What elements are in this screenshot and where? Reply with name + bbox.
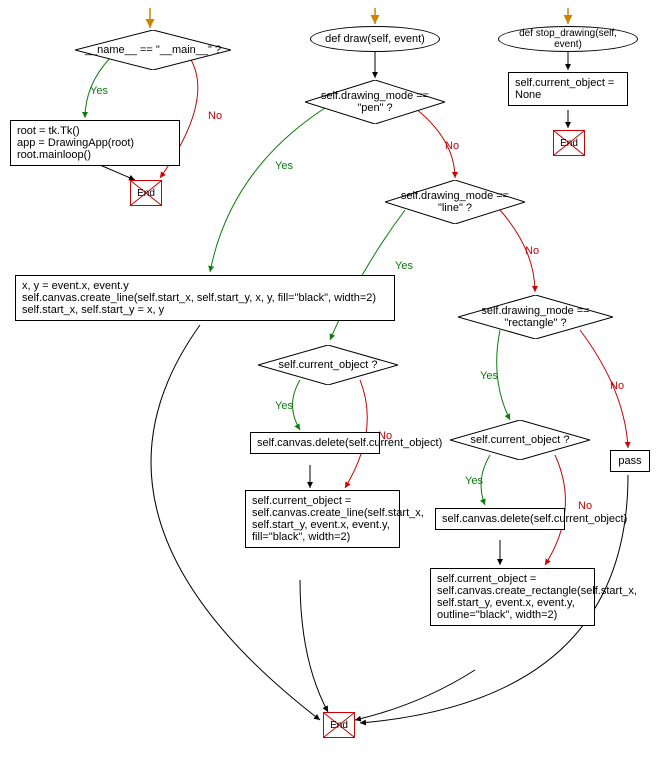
pen-no-label: No — [445, 140, 459, 152]
line-no-label: No — [525, 245, 539, 257]
pass-text: pass — [618, 455, 641, 467]
main-yes-label: Yes — [90, 85, 108, 97]
rect-current-object-condition: self.current_object ? — [450, 420, 590, 460]
end-draw: End — [323, 712, 355, 738]
pen-condition: self.drawing_mode == "pen" ? — [305, 80, 445, 124]
rect-cur-cond-label: self.current_object ? — [450, 420, 590, 460]
line-cur-cond-label: self.current_object ? — [258, 345, 398, 385]
main-body: root = tk.Tk() app = DrawingApp(root) ro… — [10, 120, 180, 166]
main-body-text: root = tk.Tk() app = DrawingApp(root) ro… — [17, 125, 134, 161]
pen-body-text: x, y = event.x, event.y self.canvas.crea… — [22, 280, 376, 316]
line-delete-text: self.canvas.delete(self.current_object) — [257, 437, 442, 449]
rect-no-label: No — [610, 380, 624, 392]
rect-create: self.current_object = self.canvas.create… — [430, 568, 595, 626]
line-yes-label: Yes — [395, 260, 413, 272]
main-no-label: No — [208, 110, 222, 122]
rect-delete: self.canvas.delete(self.current_object) — [435, 508, 565, 530]
rect-condition-label: self.drawing_mode == "rectangle" ? — [458, 295, 613, 339]
line-cur-yes-label: Yes — [275, 400, 293, 412]
main-name-condition-label: __name__ == "__main__" ? — [75, 30, 231, 70]
pen-body: x, y = event.x, event.y self.canvas.crea… — [15, 275, 395, 321]
end-draw-label: End — [324, 713, 354, 737]
line-condition: self.drawing_mode == "line" ? — [385, 180, 525, 224]
line-current-object-condition: self.current_object ? — [258, 345, 398, 385]
stop-def: def stop_drawing(self, event) — [498, 26, 638, 52]
stop-body-text: self.current_object = None — [515, 77, 621, 101]
line-create: self.current_object = self.canvas.create… — [245, 490, 400, 548]
stop-def-label: def stop_drawing(self, event) — [507, 28, 629, 50]
rect-condition: self.drawing_mode == "rectangle" ? — [458, 295, 613, 339]
end-main-label: End — [131, 181, 161, 205]
pen-yes-label: Yes — [275, 160, 293, 172]
pass-box: pass — [610, 450, 650, 472]
draw-def-label: def draw(self, event) — [325, 33, 425, 45]
end-stop-label: End — [554, 131, 584, 155]
line-delete: self.canvas.delete(self.current_object) — [250, 432, 380, 454]
stop-body: self.current_object = None — [508, 72, 628, 106]
end-main: End — [130, 180, 162, 206]
rect-yes-label: Yes — [480, 370, 498, 382]
pen-condition-label: self.drawing_mode == "pen" ? — [305, 80, 445, 124]
rect-delete-text: self.canvas.delete(self.current_object) — [442, 513, 627, 525]
rect-cur-no-label: No — [578, 500, 592, 512]
rect-create-text: self.current_object = self.canvas.create… — [437, 573, 637, 621]
main-name-condition: __name__ == "__main__" ? — [75, 30, 231, 70]
end-stop: End — [553, 130, 585, 156]
rect-cur-yes-label: Yes — [465, 475, 483, 487]
draw-def: def draw(self, event) — [310, 26, 440, 52]
line-create-text: self.current_object = self.canvas.create… — [252, 495, 424, 543]
line-condition-label: self.drawing_mode == "line" ? — [385, 180, 525, 224]
